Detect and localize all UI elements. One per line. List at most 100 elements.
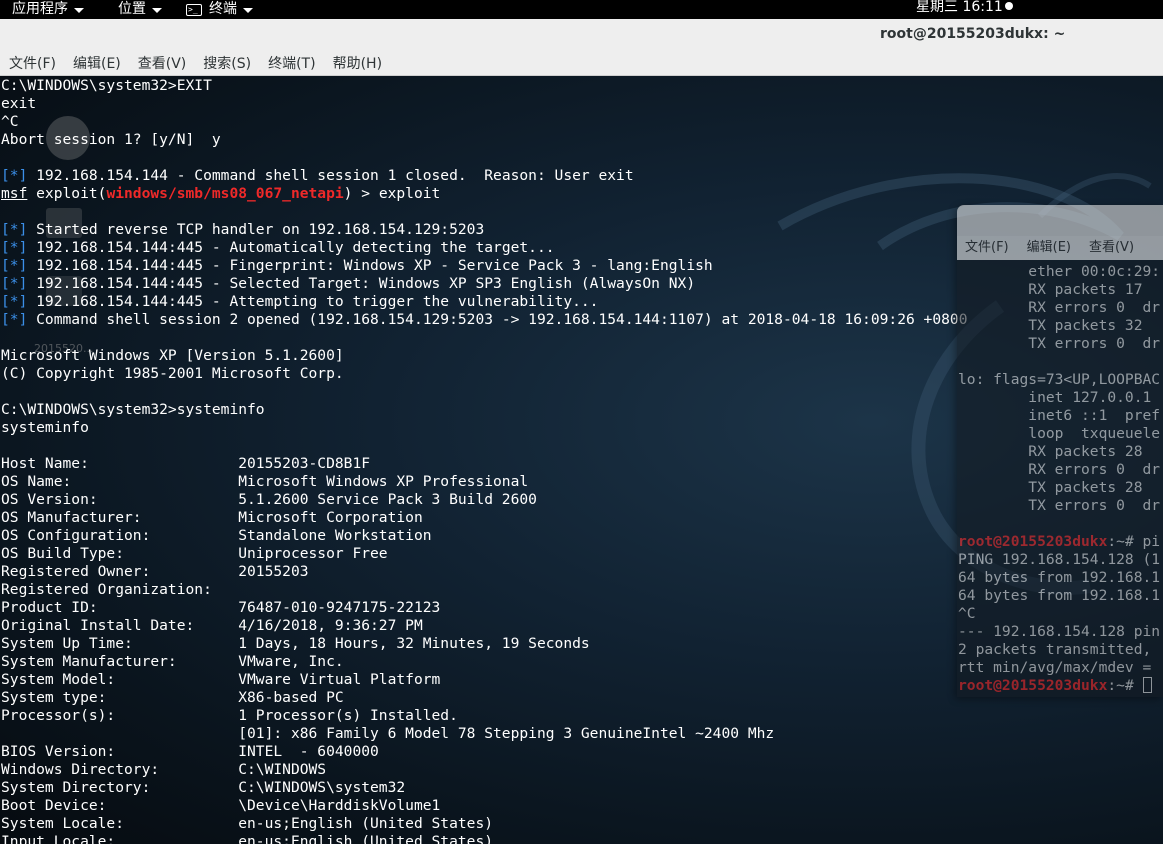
terminal-line: System Model: VMware Virtual Platform <box>1 671 967 689</box>
background-terminal-line: root@20155203dukx:~# pi <box>958 533 1163 551</box>
menu-edit[interactable]: 编辑(E) <box>73 52 121 75</box>
terminal-line: BIOS Version: INTEL - 6040000 <box>1 743 967 761</box>
background-window-titlebar[interactable] <box>957 205 1163 236</box>
background-window-menubar: 文件(F) 编辑(E) 查看(V) <box>957 236 1163 260</box>
terminal-text-segment: Started reverse TCP handler on 192.168.1… <box>27 221 485 238</box>
background-terminal-line: 2 packets transmitted, <box>958 641 1163 659</box>
places-menu[interactable]: 位置 <box>118 0 162 19</box>
terminal-text-segment: OS Build Type: Uniprocessor Free <box>1 545 388 562</box>
terminal-line: C:\WINDOWS\system32>EXIT <box>1 77 967 95</box>
applications-menu-label: 应用程序 <box>12 1 68 17</box>
background-terminal-line <box>958 353 1163 371</box>
clock[interactable]: 星期三 16:11 <box>916 0 1013 15</box>
chevron-down-icon <box>243 8 253 13</box>
terminal-text-segment: (C) Copyright 1985-2001 Microsoft Corp. <box>1 365 344 382</box>
terminal-text-segment: 192.168.154.144:445 - Automatically dete… <box>27 239 555 256</box>
terminal-line: OS Configuration: Standalone Workstation <box>1 527 967 545</box>
terminal-text-segment: RX packets 28 <box>958 443 1161 460</box>
terminal-text-segment: PING 192.168.154.128 (1 <box>958 551 1161 568</box>
terminal-text-segment: ether 00:0c:29: <box>958 263 1161 280</box>
terminal-text-segment: --- 192.168.154.128 pin <box>958 623 1161 640</box>
terminal-text-segment: Microsoft Windows XP [Version 5.1.2600] <box>1 347 344 364</box>
background-terminal-line: 64 bytes from 192.168.1 <box>958 569 1163 587</box>
terminal-text-segment: [*] <box>1 275 28 292</box>
terminal-text-segment: 192.168.154.144 - Command shell session … <box>27 167 634 184</box>
terminal-line: [*] 192.168.154.144 - Command shell sess… <box>1 167 967 185</box>
terminal-line: System Locale: en-us;English (United Sta… <box>1 815 967 833</box>
menu-search[interactable]: 搜索(S) <box>203 52 251 75</box>
terminal-line: Boot Device: \Device\HarddiskVolume1 <box>1 797 967 815</box>
clock-label: 星期三 16:11 <box>916 0 1003 15</box>
terminal-line: Microsoft Windows XP [Version 5.1.2600] <box>1 347 967 365</box>
background-terminal-line <box>958 515 1163 533</box>
terminal-text-segment: [01]: x86 Family 6 Model 78 Stepping 3 G… <box>1 725 775 742</box>
menu-help[interactable]: 帮助(H) <box>333 52 382 75</box>
terminal-line: [*] 192.168.154.144:445 - Selected Targe… <box>1 275 967 293</box>
terminal-area[interactable]: 2015520... C:\WINDOWS\system32>EXIT exit ^… <box>0 76 1163 844</box>
terminal-line: Abort session 1? [y/N] y <box>1 131 967 149</box>
background-terminal-line: inet 127.0.0.1 <box>958 389 1163 407</box>
terminal-text-segment: Windows Directory: C:\WINDOWS <box>1 761 327 778</box>
background-terminal-line: rtt min/avg/max/mdev = <box>958 659 1163 677</box>
terminal-text-segment: ^C <box>958 605 976 622</box>
terminal-text-segment: System type: X86-based PC <box>1 689 344 706</box>
background-terminal-line: inet6 ::1 pref <box>958 407 1163 425</box>
terminal-text-segment: :~# pi <box>1107 533 1161 550</box>
terminal-text-segment: System Model: VMware Virtual Platform <box>1 671 441 688</box>
menu-file[interactable]: 文件(F) <box>9 52 56 75</box>
background-terminal-line: loop txqueuele <box>958 425 1163 443</box>
bg-menu-view[interactable]: 查看(V) <box>1089 236 1134 260</box>
terminal-line: msf exploit(windows/smb/ms08_067_netapi)… <box>1 185 967 203</box>
terminal-text-segment: Command shell session 2 opened (192.168.… <box>27 311 968 328</box>
terminal-text-segment: exploit( <box>27 185 107 202</box>
background-terminal-line: RX errors 0 dr <box>958 461 1163 479</box>
terminal-text-segment: Input Locale: en-us;English (United Stat… <box>1 833 494 844</box>
background-terminal-line: TX packets 32 <box>958 317 1163 335</box>
background-terminal-window[interactable]: 文件(F) 编辑(E) 查看(V) ether 00:0c:29: RX pac… <box>957 205 1163 697</box>
applications-menu[interactable]: 应用程序 <box>12 0 84 19</box>
notification-dot-icon <box>1004 2 1013 10</box>
terminal-line: System Manufacturer: VMware, Inc. <box>1 653 967 671</box>
terminal-app-menu[interactable]: >_ 终端 <box>186 0 253 19</box>
terminal-line: [*] 192.168.154.144:445 - Attempting to … <box>1 293 967 311</box>
terminal-line: OS Manufacturer: Microsoft Corporation <box>1 509 967 527</box>
terminal-text-segment: lo: flags=73<UP,LOOPBAC <box>958 371 1161 388</box>
menu-view[interactable]: 查看(V) <box>138 52 187 75</box>
menu-terminal[interactable]: 终端(T) <box>268 52 315 75</box>
terminal-text-segment: :~# <box>1107 677 1143 694</box>
terminal-line: [*] Command shell session 2 opened (192.… <box>1 311 967 329</box>
terminal-line: Registered Organization: <box>1 581 967 599</box>
background-terminal-line: root@20155203dukx:~# <box>958 677 1163 695</box>
terminal-text-segment: BIOS Version: INTEL - 6040000 <box>1 743 379 760</box>
terminal-text-segment: Original Install Date: 4/16/2018, 9:36:2… <box>1 617 423 634</box>
terminal-text-segment: OS Name: Microsoft Windows XP Profession… <box>1 473 529 490</box>
terminal-text-segment: 64 bytes from 192.168.1 <box>958 587 1161 604</box>
terminal-line: Registered Owner: 20155203 <box>1 563 967 581</box>
terminal-text-segment: [*] <box>1 221 28 238</box>
terminal-text-segment: C:\WINDOWS\system32>systeminfo <box>1 401 265 418</box>
background-terminal-line: --- 192.168.154.128 pin <box>958 623 1163 641</box>
terminal-line: Processor(s): 1 Processor(s) Installed. <box>1 707 967 725</box>
terminal-text-segment: ) > exploit <box>343 185 441 202</box>
bg-menu-file[interactable]: 文件(F) <box>965 236 1009 260</box>
terminal-line: System Up Time: 1 Days, 18 Hours, 32 Min… <box>1 635 967 653</box>
terminal-line: [*] 192.168.154.144:445 - Automatically … <box>1 239 967 257</box>
window-titlebar[interactable]: root@20155203dukx: ~ <box>0 19 1163 52</box>
terminal-text-segment: RX errors 0 dr <box>958 299 1161 316</box>
terminal-text-segment: systeminfo <box>1 419 89 436</box>
terminal-app-menu-label: 终端 <box>209 1 237 17</box>
terminal-text-segment: [*] <box>1 239 28 256</box>
terminal-line: OS Name: Microsoft Windows XP Profession… <box>1 473 967 491</box>
bg-menu-edit[interactable]: 编辑(E) <box>1027 236 1071 260</box>
terminal-text-segment: OS Version: 5.1.2600 Service Pack 3 Buil… <box>1 491 537 508</box>
terminal-text-segment: 2 packets transmitted, <box>958 641 1161 658</box>
terminal-text-segment: [*] <box>1 293 28 310</box>
terminal-line: System Directory: C:\WINDOWS\system32 <box>1 779 967 797</box>
terminal-line: Product ID: 76487-010-9247175-22123 <box>1 599 967 617</box>
terminal-line: Original Install Date: 4/16/2018, 9:36:2… <box>1 617 967 635</box>
terminal-text-segment: RX errors 0 dr <box>958 461 1161 478</box>
cursor-icon <box>1142 677 1152 693</box>
terminal-text-segment: TX packets 28 <box>958 479 1161 496</box>
terminal-text-segment: root@20155203dukx <box>958 533 1108 550</box>
